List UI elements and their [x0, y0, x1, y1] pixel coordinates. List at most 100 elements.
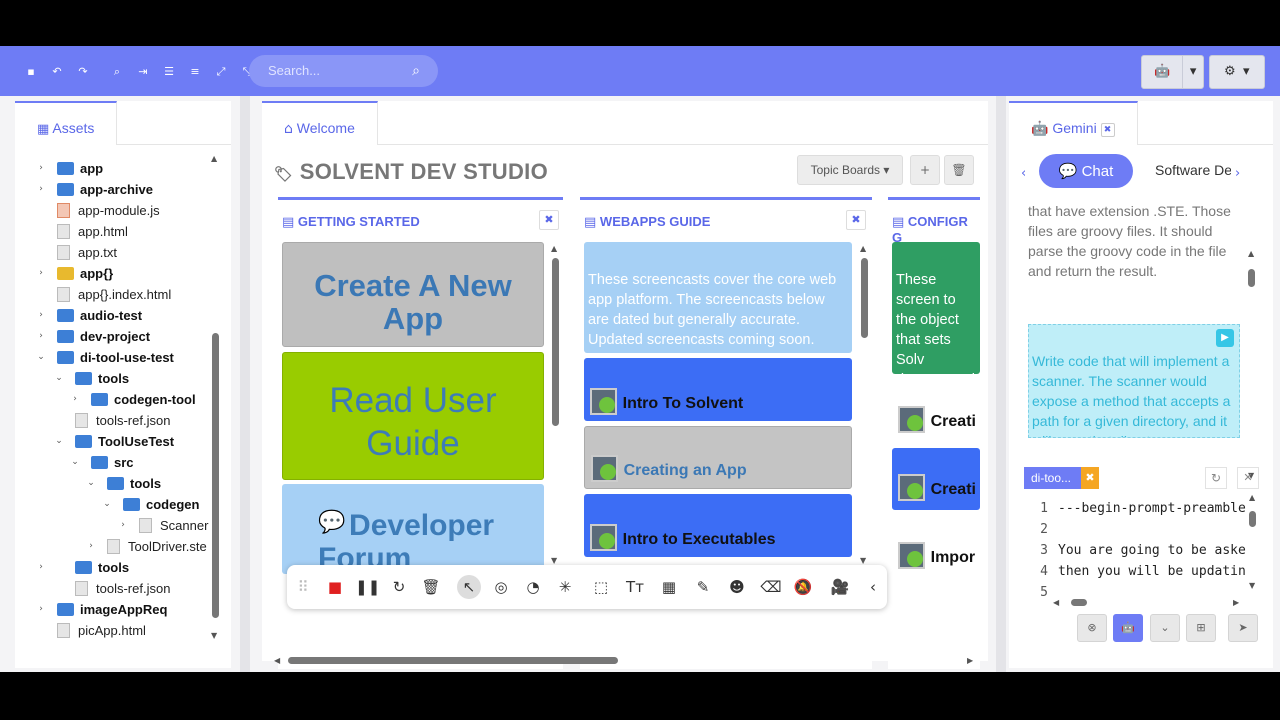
scroll-up-icon[interactable]: ▲: [860, 244, 866, 253]
card-configr-2[interactable]: Creati: [892, 448, 980, 510]
scroll-up-icon[interactable]: ▲: [1248, 249, 1254, 258]
left-splitter[interactable]: [240, 96, 250, 672]
sparkle-cursor-icon[interactable]: ✳: [553, 575, 577, 599]
card-configr-3[interactable]: Impor: [892, 516, 980, 578]
settings-menu-button[interactable]: ⚙ ▾: [1209, 55, 1265, 89]
search-input[interactable]: Search... ⌕: [249, 55, 438, 87]
tree-item[interactable]: › tools: [39, 557, 129, 578]
mute-notifications-icon[interactable]: 🔕: [791, 575, 815, 599]
emoji-icon[interactable]: ☻: [725, 575, 749, 599]
scroll-up-icon[interactable]: ▲: [1249, 493, 1255, 502]
search-icon[interactable]: ⌕: [412, 55, 420, 87]
send-button[interactable]: ➤: [1228, 614, 1258, 642]
chevron-right-icon[interactable]: ›: [35, 326, 47, 347]
tree-item[interactable]: › Scanner: [121, 515, 208, 536]
right-splitter[interactable]: [996, 96, 1006, 672]
scroll-down-icon[interactable]: ▼: [551, 556, 557, 565]
pen-icon[interactable]: ✎: [691, 575, 715, 599]
chevron-down-icon[interactable]: ⌄: [69, 452, 81, 473]
chat-scrollbar-thumb[interactable]: [1248, 269, 1255, 287]
chevron-right-icon[interactable]: ›: [35, 179, 47, 200]
chevron-right-icon[interactable]: ›: [85, 536, 97, 557]
chevron-down-icon[interactable]: ⌄: [35, 347, 47, 368]
card-creating-app[interactable]: Creating an App: [584, 426, 852, 489]
scroll-right-icon[interactable]: ▶: [1233, 598, 1239, 607]
add-file-button[interactable]: ⊞: [1186, 614, 1216, 642]
center-hscrollbar-thumb[interactable]: [288, 657, 618, 664]
play-icon[interactable]: ▶: [1216, 329, 1234, 347]
restart-icon[interactable]: ↻: [387, 575, 411, 599]
scroll-up-icon[interactable]: ▲: [211, 154, 217, 163]
tree-item[interactable]: ⌄ src: [71, 452, 133, 473]
eraser-icon[interactable]: ⌫: [759, 575, 783, 599]
tree-item[interactable]: app-module.js: [57, 200, 160, 221]
expand-icon[interactable]: ⤢: [208, 63, 234, 81]
indent-icon[interactable]: ⇥: [130, 63, 156, 81]
chevron-down-icon[interactable]: ⌄: [53, 368, 65, 389]
tab-assets[interactable]: ▦ Assets: [15, 101, 118, 145]
chevron-right-icon[interactable]: ›: [117, 515, 129, 536]
delete-board-button[interactable]: 🗑: [944, 155, 974, 185]
scroll-down-icon[interactable]: ▼: [211, 631, 217, 640]
trash-icon[interactable]: 🗑: [419, 575, 443, 599]
scroll-up-icon[interactable]: ▲: [551, 244, 557, 253]
chevron-left-icon[interactable]: ‹: [1021, 166, 1026, 181]
add-board-button[interactable]: +: [910, 155, 940, 185]
card-create-app[interactable]: Create A New App: [282, 242, 544, 347]
chevron-right-icon[interactable]: ›: [35, 263, 47, 284]
tree-item[interactable]: picApp.html: [57, 620, 146, 641]
scroll-right-icon[interactable]: ▶: [967, 656, 973, 665]
tab-gemini[interactable]: 🤖 Gemini ✖: [1009, 101, 1138, 145]
chevron-right-icon[interactable]: ›: [35, 158, 47, 179]
tree-item[interactable]: › ToolDriver.ste: [89, 536, 207, 557]
code-scrollbar-thumb[interactable]: [1249, 511, 1256, 527]
chevron-down-button[interactable]: ⌄: [1150, 614, 1180, 642]
align-left-icon[interactable]: ☰: [156, 63, 182, 81]
scroll-left-icon[interactable]: ◀: [1053, 598, 1059, 607]
collapse-toolbar-icon[interactable]: ‹: [861, 575, 885, 599]
blur-icon[interactable]: ▦: [657, 575, 681, 599]
tree-item[interactable]: app.html: [57, 221, 128, 242]
close-tab-icon[interactable]: ✖: [1100, 123, 1115, 137]
align-justify-icon[interactable]: ≡: [182, 63, 208, 81]
chevron-down-icon[interactable]: ⌄: [85, 473, 97, 494]
find-icon[interactable]: ⌕: [104, 63, 130, 81]
chevron-right-icon[interactable]: ›: [35, 557, 47, 578]
camera-icon[interactable]: 🎥: [828, 575, 852, 599]
tree-item[interactable]: ⌄ tools: [87, 473, 161, 494]
android-menu-button[interactable]: 🤖 ▾: [1141, 55, 1204, 89]
card-intro-executables[interactable]: Intro to Executables: [584, 494, 852, 557]
select-region-icon[interactable]: ⬚: [589, 575, 613, 599]
android-button[interactable]: 🤖: [1113, 614, 1143, 642]
tab-welcome[interactable]: ⌂ Welcome: [262, 101, 378, 145]
close-icon[interactable]: ✕: [1237, 467, 1259, 489]
tree-item[interactable]: › codegen-tool: [73, 389, 195, 410]
text-tool-icon[interactable]: Tт: [623, 575, 647, 599]
chevron-down-icon[interactable]: ⌄: [53, 431, 65, 452]
card-intro-solvent[interactable]: Intro To Solvent: [584, 358, 852, 421]
tab-chat[interactable]: 💬 Chat: [1039, 154, 1133, 188]
tree-item[interactable]: ⌄ tools: [55, 368, 129, 389]
tree-item[interactable]: › app: [39, 158, 103, 179]
board-scrollbar-thumb[interactable]: [861, 258, 868, 338]
scroll-down-icon[interactable]: ▼: [1249, 581, 1255, 590]
card-user-guide[interactable]: Read User Guide: [282, 352, 544, 480]
code-hscrollbar-thumb[interactable]: [1071, 599, 1087, 606]
code-editor[interactable]: 1 ---begin-prompt-preamble 2 3 You are going…: [1024, 495, 1259, 603]
board-scrollbar-thumb[interactable]: [552, 258, 559, 426]
chevron-down-icon[interactable]: ⌄: [101, 494, 113, 515]
scroll-left-icon[interactable]: ◀: [274, 656, 280, 665]
tree-item[interactable]: ⌄ di-tool-use-test: [37, 347, 174, 368]
tree-item[interactable]: ⌄ codegen: [103, 494, 199, 515]
chevron-right-icon[interactable]: ›: [69, 389, 81, 410]
close-file-icon[interactable]: ✖: [1081, 467, 1099, 489]
pause-icon[interactable]: ❚❚: [355, 575, 380, 599]
tree-item[interactable]: tools-ref.json: [75, 578, 170, 599]
tab-software-dev[interactable]: Software De: [1155, 162, 1231, 178]
tree-item[interactable]: › app-archive: [39, 179, 153, 200]
tree-item[interactable]: › imageAppReq: [39, 599, 167, 620]
redo-icon[interactable]: ↷: [70, 63, 96, 81]
chevron-right-icon[interactable]: ›: [1235, 166, 1240, 181]
card-developer-forum[interactable]: 💬 Developer Forum: [282, 484, 544, 574]
card-configr-1[interactable]: Creati: [892, 380, 980, 442]
